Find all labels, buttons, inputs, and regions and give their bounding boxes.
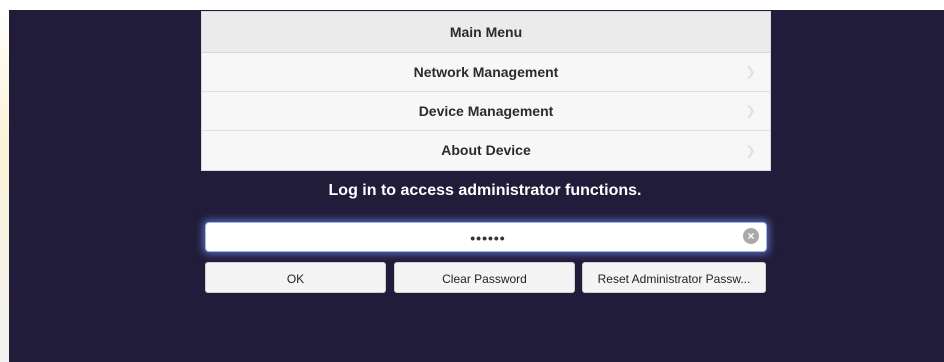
main-menu: Main Menu Network Management ❯ Device Ma… bbox=[201, 11, 771, 171]
menu-item-network-management[interactable]: Network Management ❯ bbox=[202, 53, 770, 92]
reset-administrator-password-button[interactable]: Reset Administrator Passw... bbox=[582, 262, 766, 293]
left-edge-strip bbox=[0, 0, 9, 362]
menu-title: Main Menu bbox=[202, 12, 770, 53]
menu-item-label: Network Management bbox=[413, 64, 559, 80]
clear-password-button[interactable]: Clear Password bbox=[394, 262, 575, 293]
ok-button[interactable]: OK bbox=[205, 262, 386, 293]
menu-item-device-management[interactable]: Device Management ❯ bbox=[202, 92, 770, 131]
action-buttons: OK Clear Password Reset Administrator Pa… bbox=[205, 262, 767, 294]
chevron-right-icon: ❯ bbox=[745, 64, 756, 79]
menu-item-label: Device Management bbox=[418, 103, 554, 119]
menu-item-label: About Device bbox=[441, 142, 531, 158]
clear-circle-icon[interactable]: × bbox=[743, 228, 759, 244]
password-input[interactable] bbox=[206, 223, 770, 253]
chevron-right-icon: ❯ bbox=[745, 143, 756, 158]
chevron-right-icon: ❯ bbox=[745, 103, 756, 118]
password-field[interactable]: × bbox=[205, 222, 770, 253]
login-prompt: Log in to access administrator functions… bbox=[328, 182, 642, 199]
menu-item-about-device[interactable]: About Device ❯ bbox=[202, 131, 770, 170]
